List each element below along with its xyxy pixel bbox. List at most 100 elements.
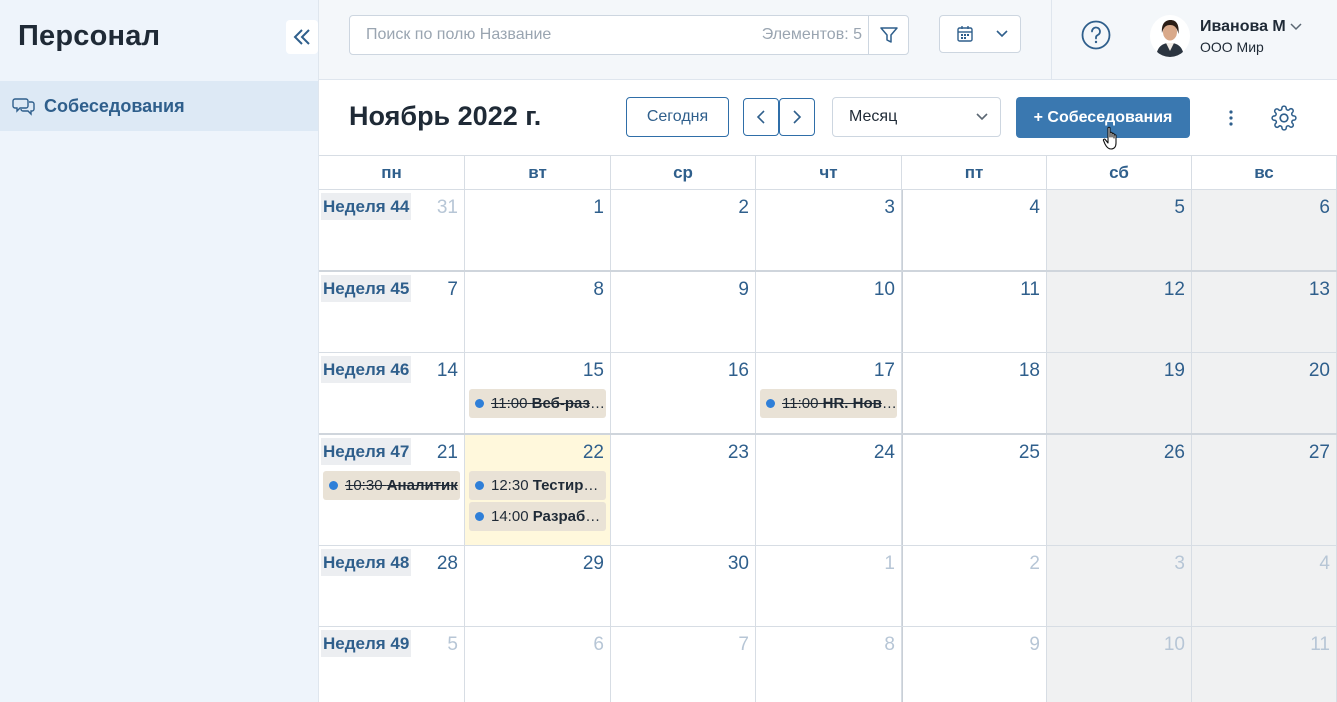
day-number: 21 [436,442,458,463]
day-cell[interactable]: 9 [611,272,756,352]
event-text: 11:00 Веб-разработчик [491,395,606,412]
day-cell[interactable]: 27 [1192,435,1337,545]
day-number: 1 [884,553,895,574]
day-cell[interactable]: 1 [756,546,902,626]
day-cell[interactable]: Неделя 44 31 [319,190,465,270]
event-status-dot [766,399,775,408]
day-cell[interactable]: 11 [1192,627,1337,702]
week-number-label[interactable]: Неделя 45 [321,275,412,302]
day-cell[interactable]: 15 11:00 Веб-разработчик [465,353,611,433]
day-cell[interactable]: Неделя 48 28 [319,546,465,626]
day-cell[interactable]: Неделя 46 14 [319,353,465,433]
week-number-label[interactable]: Неделя 46 [321,356,412,383]
user-name: Иванова М [1200,17,1286,35]
period-select-value: Месяц [849,108,898,125]
event-title: Веб-разработчик [531,395,606,412]
day-cell[interactable]: 10 [756,272,902,352]
day-cell[interactable]: 4 [902,190,1047,270]
day-number: 6 [1319,197,1330,218]
calendar-icon [957,26,973,42]
user-menu[interactable]: Иванова М ООО Мир [1150,12,1302,60]
day-cell[interactable]: 30 [611,546,756,626]
filter-button[interactable] [868,16,908,54]
day-cell[interactable]: 13 [1192,272,1337,352]
day-cell[interactable]: 26 [1047,435,1192,545]
day-cell[interactable]: 1 [465,190,611,270]
day-cell[interactable]: 12 [1047,272,1192,352]
day-number: 23 [727,442,749,463]
day-cell[interactable]: 7 [611,627,756,702]
day-cell[interactable]: 4 [1192,546,1337,626]
help-button[interactable] [1079,18,1113,52]
day-cell[interactable]: 10 [1047,627,1192,702]
day-number: 27 [1308,442,1330,463]
day-cell[interactable]: Неделя 47 21 10:30 Аналитик [319,435,465,545]
calendar-view-button[interactable] [939,15,1021,53]
day-cell[interactable]: 29 [465,546,611,626]
day-cell[interactable]: 6 [465,627,611,702]
day-number: 17 [873,360,895,381]
day-cell[interactable]: 2 [611,190,756,270]
day-number: 20 [1308,360,1330,381]
day-cell[interactable]: 2 [902,546,1047,626]
avatar [1150,15,1190,57]
day-cell[interactable]: 8 [756,627,902,702]
event-time: 11:00 [491,395,528,412]
day-cell[interactable]: 24 [756,435,902,545]
week-number-label[interactable]: Неделя 47 [321,438,412,465]
day-number: 8 [884,634,895,655]
day-cell[interactable]: 18 [902,353,1047,433]
calendar-event[interactable]: 11:00 HR. Новиков [760,389,897,418]
day-cell[interactable]: 11 [902,272,1047,352]
day-cell[interactable]: 3 [756,190,902,270]
week-number-label[interactable]: Неделя 44 [321,193,412,220]
day-number: 30 [727,553,749,574]
settings-button[interactable] [1270,104,1298,132]
week-number-label[interactable]: Неделя 49 [321,630,412,657]
today-button[interactable]: Сегодня [626,97,729,137]
calendar-event[interactable]: 14:00 Разработчик [469,502,606,531]
event-time: 12:30 [491,477,529,494]
day-number: 10 [873,279,895,300]
prev-period-button[interactable] [743,98,779,136]
day-cell[interactable]: 6 [1192,190,1337,270]
day-number: 3 [1174,553,1185,574]
day-number: 3 [884,197,895,218]
day-number: 22 [582,442,604,463]
next-period-button[interactable] [779,98,815,136]
sidebar: Персонал Собеседования [0,0,319,702]
day-cell[interactable]: 20 [1192,353,1337,433]
day-cell[interactable]: 19 [1047,353,1192,433]
event-status-dot [475,481,484,490]
day-cell[interactable]: 16 [611,353,756,433]
day-cell[interactable]: 22 12:30 Тестировщик14:00 Разработчик [465,435,611,545]
day-number: 28 [436,553,458,574]
calendar-event[interactable]: 12:30 Тестировщик [469,471,606,500]
week-number-label[interactable]: Неделя 48 [321,549,412,576]
more-options-button[interactable] [1219,104,1243,132]
period-select[interactable]: Месяц [832,97,1001,137]
day-cell[interactable]: 23 [611,435,756,545]
sidebar-item-interviews[interactable]: Собеседования [0,81,318,131]
day-cell[interactable]: 3 [1047,546,1192,626]
app: Персонал Собеседования Элементов: 5 [0,0,1337,702]
day-number: 31 [436,197,458,218]
day-cell[interactable]: 25 [902,435,1047,545]
event-text: 10:30 Аналитик [345,477,458,494]
day-number: 25 [1018,442,1040,463]
day-number: 11 [1020,279,1040,300]
day-cell[interactable]: Неделя 45 7 [319,272,465,352]
day-number: 6 [593,634,604,655]
day-cell[interactable]: 5 [1047,190,1192,270]
day-number: 29 [582,553,604,574]
calendar-event[interactable]: 10:30 Аналитик [323,471,460,500]
day-cell[interactable]: 8 [465,272,611,352]
day-cell[interactable]: Неделя 49 5 [319,627,465,702]
gear-icon [1271,105,1297,131]
collapse-sidebar-button[interactable] [286,20,318,54]
day-cell[interactable]: 17 11:00 HR. Новиков [756,353,902,433]
search-input[interactable] [350,16,762,54]
calendar-event[interactable]: 11:00 Веб-разработчик [469,389,606,418]
day-cell[interactable]: 9 [902,627,1047,702]
day-number: 11 [1310,634,1330,655]
